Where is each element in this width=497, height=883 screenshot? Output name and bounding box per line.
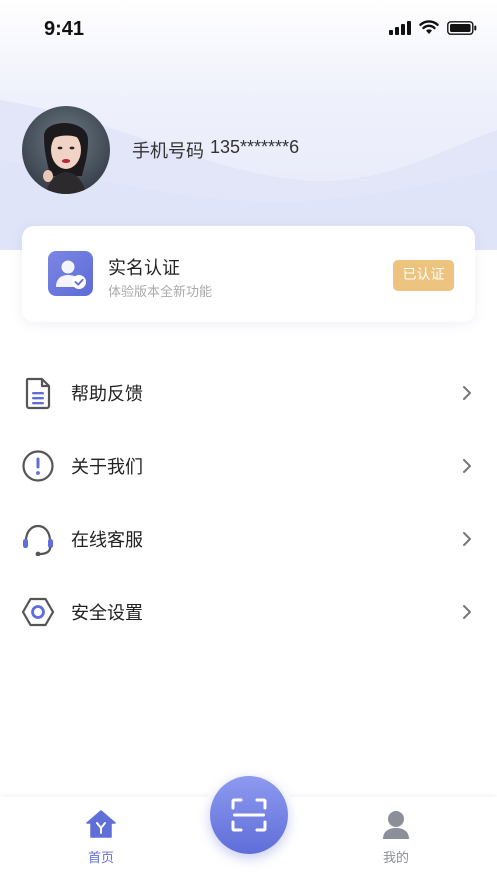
home-icon	[86, 810, 116, 838]
status-icons	[389, 20, 477, 35]
tab-home[interactable]: 首页	[71, 809, 131, 866]
chevron-right-icon	[463, 385, 471, 400]
menu-label: 帮助反馈	[71, 383, 143, 405]
tab-home-label: 首页	[87, 851, 114, 866]
headset-icon	[23, 524, 53, 556]
tab-mine-label: 我的	[382, 851, 409, 866]
menu-item-about-us[interactable]: 关于我们	[0, 429, 497, 502]
status-bar: 9:41	[0, 0, 497, 60]
phone-line: 手机号码 135*******6	[132, 137, 299, 163]
verification-title: 实名认证	[108, 258, 180, 279]
status-time: 9:41	[44, 18, 85, 40]
tab-mine[interactable]: 我的	[366, 809, 426, 866]
avatar[interactable]	[22, 106, 110, 194]
scan-icon	[231, 798, 267, 832]
menu-label: 在线客服	[71, 529, 143, 551]
chevron-right-icon	[463, 458, 471, 473]
battery-icon	[447, 20, 477, 35]
scan-button[interactable]	[210, 776, 288, 854]
menu-item-security-settings[interactable]: 安全设置	[0, 575, 497, 648]
wifi-icon	[419, 20, 439, 34]
verified-user-icon	[48, 251, 93, 296]
info-icon	[22, 449, 54, 482]
chevron-right-icon	[463, 531, 471, 546]
menu-label: 安全设置	[71, 602, 143, 624]
menu-item-online-service[interactable]: 在线客服	[0, 502, 497, 575]
settings-hexagon-icon	[21, 597, 55, 626]
menu-label: 关于我们	[71, 456, 143, 478]
profile-section: 手机号码 135*******6	[22, 106, 299, 194]
user-icon	[383, 811, 409, 839]
chevron-right-icon	[463, 604, 471, 619]
settings-menu: 帮助反馈 关于我们 在线客服 安全设置	[0, 356, 497, 648]
phone-label: 手机号码	[132, 141, 204, 161]
signal-icon	[389, 20, 411, 35]
phone-number: 135*******6	[210, 137, 300, 157]
menu-item-help-feedback[interactable]: 帮助反馈	[0, 356, 497, 429]
document-icon	[25, 377, 51, 409]
real-name-verification-card[interactable]: 实名认证 体验版本全新功能 已认证	[22, 226, 475, 322]
verification-subtitle: 体验版本全新功能	[108, 285, 213, 300]
verified-badge: 已认证	[393, 260, 454, 291]
